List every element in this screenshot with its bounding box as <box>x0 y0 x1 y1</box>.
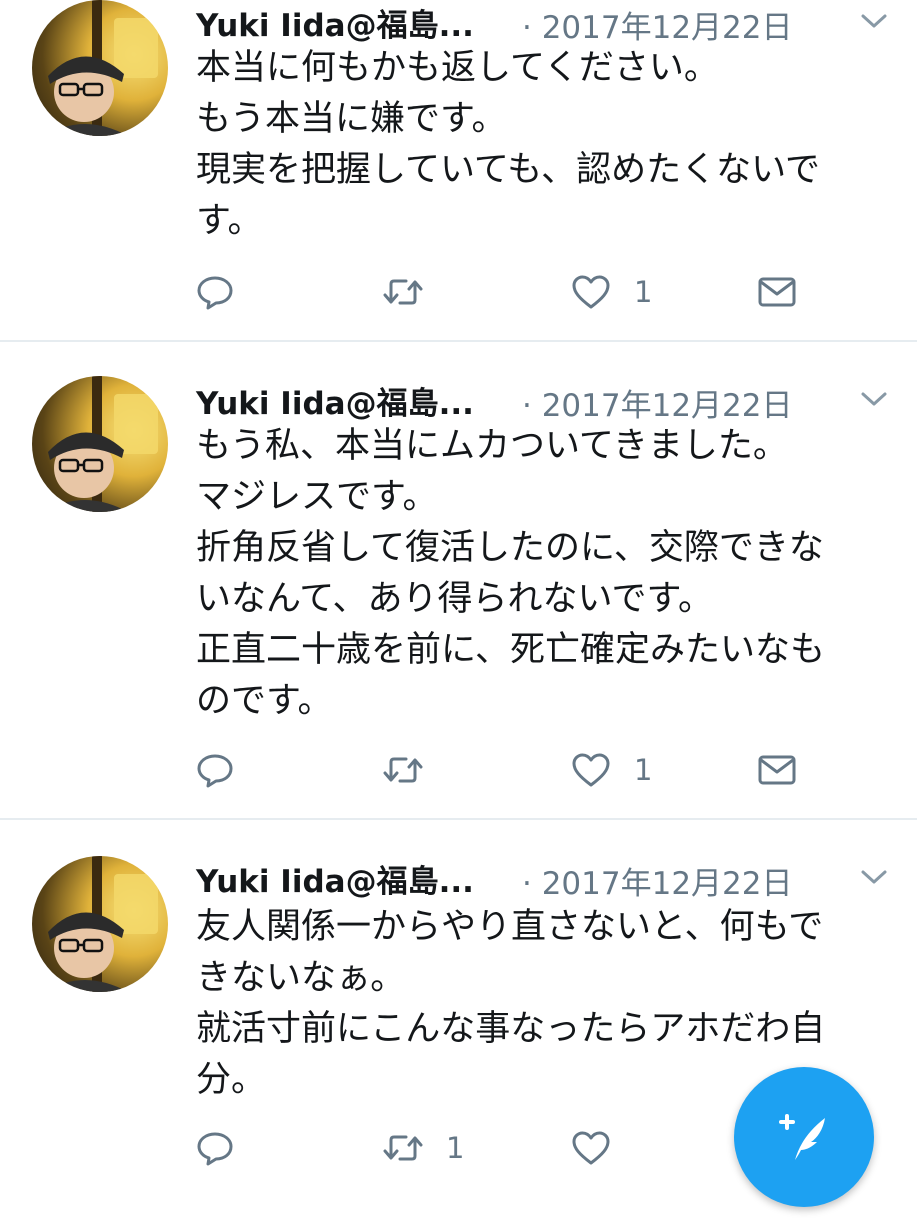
retweet-button[interactable] <box>382 748 446 792</box>
direct-message-button[interactable] <box>756 270 798 314</box>
retweet-icon <box>383 279 423 305</box>
reply-button[interactable] <box>194 1126 258 1170</box>
compose-tweet-icon <box>779 1114 825 1160</box>
tweet-text-line: 本当に何もかも返してください。 <box>196 48 719 88</box>
tweet-text-line: もう本当に嫌です。 <box>196 99 507 139</box>
heart-icon <box>572 753 610 787</box>
direct-message-button[interactable] <box>756 748 798 792</box>
tweet-header: Yuki Iida@福島... · 2017年12月22日 <box>196 0 889 46</box>
tweet-header: Yuki Iida@福島... · 2017年12月22日 <box>196 374 889 424</box>
tweet-text-line: マジレスです。 <box>196 477 438 517</box>
avatar[interactable] <box>32 376 168 512</box>
reply-button[interactable] <box>194 270 258 314</box>
avatar[interactable] <box>32 0 168 136</box>
reply-icon <box>197 754 233 788</box>
tweet-actions: 1 <box>194 1126 814 1170</box>
author-name[interactable]: Yuki Iida@福島... <box>196 856 474 901</box>
envelope-icon <box>758 755 796 785</box>
like-count: 1 <box>634 275 653 309</box>
reply-icon <box>197 276 233 310</box>
like-button[interactable]: 1 <box>570 270 652 314</box>
author-name[interactable]: Yuki Iida@福島... <box>196 378 474 423</box>
chevron-down-icon[interactable] <box>859 866 889 888</box>
tweet-text: もう私、本当にムカついてきました。 マジレスです。 折角反省して復活したのに、交… <box>196 421 893 727</box>
tweet-text-line: 折角反省して復活したのに、交際できな <box>196 528 824 568</box>
tweet-text-line: のです。 <box>196 681 333 721</box>
tweet-text-line: す。 <box>196 201 263 241</box>
reply-icon <box>197 1132 233 1166</box>
author-name[interactable]: Yuki Iida@福島... <box>196 0 474 45</box>
like-count: 1 <box>634 753 653 787</box>
heart-icon <box>572 1131 610 1165</box>
tweet-date[interactable]: · 2017年12月22日 <box>522 858 793 903</box>
retweet-count: 1 <box>446 1131 465 1165</box>
tweet-text-line: もう私、本当にムカついてきました。 <box>196 426 788 466</box>
retweet-icon <box>383 1135 423 1161</box>
tweet-actions: 1 <box>194 270 814 314</box>
tweet-date[interactable]: · 2017年12月22日 <box>522 2 793 47</box>
tweet-text-line: 正直二十歳を前に、死亡確定みたいなも <box>196 630 825 670</box>
tweet-header: Yuki Iida@福島... · 2017年12月22日 <box>196 852 889 902</box>
reply-button[interactable] <box>194 748 258 792</box>
envelope-icon <box>758 277 796 307</box>
compose-tweet-button[interactable] <box>734 1067 874 1207</box>
tweet[interactable]: Yuki Iida@福島... · 2017年12月22日 もう私、本当にムカつ… <box>0 340 917 820</box>
tweet-text-line: 現実を把握していても、認めたくないで <box>196 150 821 190</box>
retweet-button[interactable] <box>382 270 446 314</box>
tweet-actions: 1 <box>194 748 814 792</box>
chevron-down-icon[interactable] <box>859 388 889 410</box>
heart-icon <box>572 275 610 309</box>
tweet-text: 本当に何もかも返してください。 もう本当に嫌です。 現実を把握していても、認めた… <box>196 43 893 247</box>
chevron-down-icon[interactable] <box>859 10 889 32</box>
tweet-text-line: きないなぁ。 <box>196 958 406 998</box>
tweet[interactable]: Yuki Iida@福島... · 2017年12月22日 本当に何もかも返して… <box>0 0 917 342</box>
avatar[interactable] <box>32 856 168 992</box>
tweet-text-line: いなんて、あり得られないです。 <box>196 579 713 619</box>
retweet-button[interactable]: 1 <box>382 1126 464 1170</box>
tweet-text-line: 就活寸前にこんな事なったらアホだわ自 <box>196 1009 826 1049</box>
like-button[interactable]: 1 <box>570 748 652 792</box>
like-button[interactable] <box>570 1126 634 1170</box>
retweet-icon <box>383 757 423 783</box>
tweet-date[interactable]: · 2017年12月22日 <box>522 380 793 425</box>
tweet-text-line: 友人関係一からやり直さないと、何もで <box>196 907 824 947</box>
